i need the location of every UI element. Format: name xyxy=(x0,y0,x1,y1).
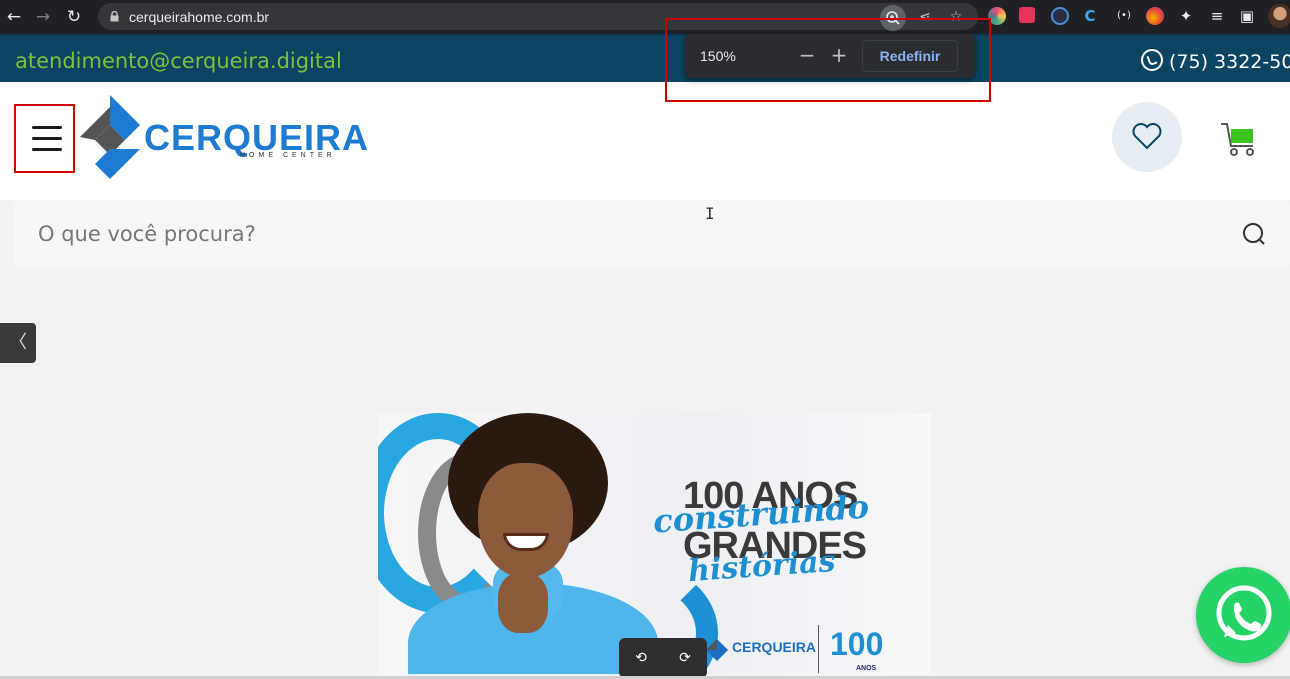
phone-number: (75) 3322-5000 xyxy=(1169,51,1290,73)
heart-icon xyxy=(1132,123,1162,150)
slider-controls: ⟲ ⟳ xyxy=(619,638,707,678)
banner-anniversary-number: 100 xyxy=(830,626,884,662)
whatsapp-button[interactable] xyxy=(1196,567,1290,663)
extension-c-icon[interactable]: C xyxy=(1080,5,1100,27)
rotate-right-icon[interactable]: ⟳ xyxy=(673,646,697,670)
logo-subtext: HOME CENTER xyxy=(240,152,336,159)
reload-icon[interactable]: ↻ xyxy=(62,5,86,29)
reading-list-icon[interactable]: ≡ xyxy=(1207,5,1227,27)
site-logo[interactable]: CERQUEIRA HOME CENTER xyxy=(80,95,368,179)
banner-person xyxy=(498,573,548,633)
browser-toolbar: ← → ↻ cerqueirahome.com.br ⋖ ☆ C (•) ✦ ≡… xyxy=(0,0,1290,34)
profile-avatar[interactable] xyxy=(1268,4,1290,28)
phone-link[interactable]: (75) 3322-5000 xyxy=(1141,49,1290,73)
banner-logo-text: CERQUEIRA xyxy=(732,639,817,655)
forward-icon[interactable]: → xyxy=(31,5,55,29)
side-panel-icon[interactable]: ▣ xyxy=(1237,5,1257,27)
banner-logo-mark-icon xyxy=(706,639,728,661)
email-link[interactable]: atendimento@cerqueira.digital xyxy=(15,49,342,73)
favorites-button[interactable] xyxy=(1112,102,1182,172)
extensions-icon[interactable]: ✦ xyxy=(1176,5,1196,27)
cart-icon[interactable] xyxy=(1219,120,1259,160)
site-header: CERQUEIRA HOME CENTER xyxy=(0,82,1290,200)
url-text[interactable]: cerqueirahome.com.br xyxy=(129,9,269,25)
slider-prev-button[interactable]: 〈 xyxy=(0,323,36,363)
logo-mark-icon xyxy=(80,95,140,179)
highlight-box xyxy=(14,104,75,173)
banner-divider xyxy=(818,625,819,673)
extension-red-icon[interactable] xyxy=(1019,7,1035,23)
text-cursor-icon: I xyxy=(705,204,715,223)
whatsapp-phone-icon xyxy=(1141,49,1163,71)
banner-person xyxy=(478,463,573,578)
lock-icon xyxy=(110,11,119,22)
rotate-left-icon[interactable]: ⟲ xyxy=(629,646,653,670)
extension-cast-icon[interactable]: (•) xyxy=(1114,5,1134,27)
search-input[interactable] xyxy=(14,200,1290,268)
contact-bar: atendimento@cerqueira.digital (75) 3322-… xyxy=(0,34,1290,82)
banner-anniversary-label: ANOS xyxy=(856,665,877,672)
back-icon[interactable]: ← xyxy=(2,5,26,29)
highlight-box xyxy=(665,18,991,102)
search-bar xyxy=(14,200,1290,268)
react-devtools-icon[interactable] xyxy=(1051,7,1069,25)
search-icon[interactable] xyxy=(1242,222,1266,246)
extension-drop-icon[interactable] xyxy=(1146,7,1164,25)
whatsapp-icon xyxy=(1216,585,1272,641)
hero-banner[interactable]: 100 ANOS construindo GRANDES histórias C… xyxy=(378,413,931,674)
